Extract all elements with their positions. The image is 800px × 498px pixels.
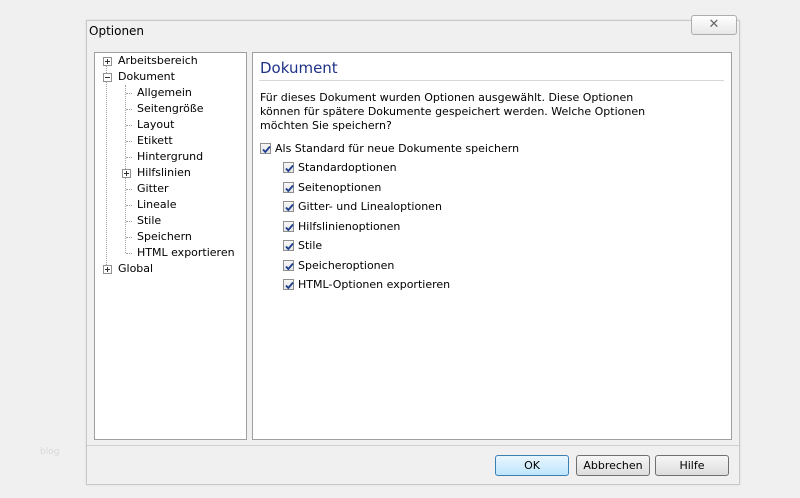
tree-item-label: Allgemein bbox=[137, 86, 192, 99]
tree-item-html-exportieren[interactable]: HTML exportieren bbox=[137, 245, 235, 261]
checkbox-checked-icon[interactable] bbox=[283, 279, 294, 290]
tree-item-hintergrund[interactable]: Hintergrund bbox=[137, 149, 203, 165]
checkbox-label: Stile bbox=[298, 239, 323, 252]
tree-item-layout[interactable]: Layout bbox=[137, 117, 174, 133]
checkbox-label: Gitter- und Linealoptionen bbox=[298, 200, 442, 213]
tree-item-label: Seitengröße bbox=[137, 102, 204, 115]
tree-item-lineale[interactable]: Lineale bbox=[137, 197, 177, 213]
tree-item-label: Etikett bbox=[137, 134, 173, 147]
checkbox-checked-icon[interactable] bbox=[283, 240, 294, 251]
tree-item-label: Arbeitsbereich bbox=[118, 54, 198, 67]
tree-connector-line bbox=[126, 253, 132, 254]
title-bar: Optionen ✕ bbox=[87, 15, 739, 43]
tree-connector-line bbox=[126, 93, 132, 94]
tree-item-label: Gitter bbox=[137, 182, 169, 195]
tree-item-speichern[interactable]: Speichern bbox=[137, 229, 192, 245]
tree-connector-line bbox=[126, 125, 132, 126]
panel-title: Dokument bbox=[260, 59, 338, 77]
options-panel: Dokument Für dieses Dokument wurden Opti… bbox=[252, 52, 732, 440]
tree-item-label: Global bbox=[118, 262, 154, 275]
collapse-icon[interactable] bbox=[103, 73, 112, 82]
watermark-text: blog bbox=[40, 447, 60, 457]
ok-button[interactable]: OK bbox=[495, 455, 569, 476]
options-dialog: Optionen ✕ Arbeitsbereich Dokument Allge… bbox=[86, 15, 740, 485]
checkbox-label: Speicheroptionen bbox=[298, 259, 395, 272]
tree-item-label: Speichern bbox=[137, 230, 192, 243]
checkbox-label: Standardoptionen bbox=[298, 161, 397, 174]
dialog-title: Optionen bbox=[89, 24, 145, 38]
expand-icon[interactable] bbox=[122, 169, 131, 178]
expand-icon[interactable] bbox=[103, 57, 112, 66]
checkbox-label: Hilfslinienoptionen bbox=[298, 220, 401, 233]
tree-item-label: Lineale bbox=[137, 198, 177, 211]
tree-item-label: Stile bbox=[137, 214, 162, 227]
expand-icon[interactable] bbox=[103, 265, 112, 274]
close-icon: ✕ bbox=[708, 17, 720, 32]
help-button[interactable]: Hilfe bbox=[655, 455, 729, 476]
tree-item-label: Dokument bbox=[118, 70, 175, 83]
tree-item-label: Layout bbox=[137, 118, 175, 131]
tree-item-etikett[interactable]: Etikett bbox=[137, 133, 173, 149]
tree-connector-line bbox=[126, 157, 132, 158]
tree-item-label: Hilfslinien bbox=[137, 166, 191, 179]
tree-item-allgemein[interactable]: Allgemein bbox=[137, 85, 192, 101]
checkbox-checked-icon[interactable] bbox=[283, 182, 294, 193]
tree-connector-line bbox=[126, 221, 132, 222]
checkbox-label: HTML-Optionen exportieren bbox=[298, 278, 451, 291]
checkbox-checked-icon[interactable] bbox=[283, 260, 294, 271]
checkbox-checked-icon[interactable] bbox=[283, 221, 294, 232]
checkbox-label: Als Standard für neue Dokumente speicher… bbox=[275, 142, 520, 155]
tree-connector-line bbox=[106, 61, 107, 269]
tree-item-stile[interactable]: Stile bbox=[137, 213, 161, 229]
tree-item-label: HTML exportieren bbox=[137, 246, 235, 259]
checkbox-checked-icon[interactable] bbox=[283, 162, 294, 173]
checkbox-label: Seitenoptionen bbox=[298, 181, 382, 194]
tree-connector-line bbox=[126, 141, 132, 142]
options-tree[interactable]: Arbeitsbereich Dokument Allgemein Seiten… bbox=[94, 52, 247, 440]
cancel-button[interactable]: Abbrechen bbox=[576, 455, 650, 476]
panel-description: Für dieses Dokument wurden Optionen ausg… bbox=[260, 91, 646, 132]
tree-item-seitengroesse[interactable]: Seitengröße bbox=[137, 101, 204, 117]
tree-item-label: Hintergrund bbox=[137, 150, 204, 163]
checkbox-checked-icon[interactable] bbox=[260, 143, 271, 154]
tree-connector-line bbox=[126, 189, 132, 190]
button-area-divider bbox=[87, 445, 739, 446]
close-button[interactable]: ✕ bbox=[691, 15, 737, 35]
tree-item-gitter[interactable]: Gitter bbox=[137, 181, 169, 197]
tree-connector-line bbox=[126, 109, 132, 110]
tree-connector-line bbox=[126, 237, 132, 238]
checkbox-checked-icon[interactable] bbox=[283, 201, 294, 212]
tree-connector-line bbox=[126, 205, 132, 206]
panel-divider bbox=[259, 80, 724, 81]
